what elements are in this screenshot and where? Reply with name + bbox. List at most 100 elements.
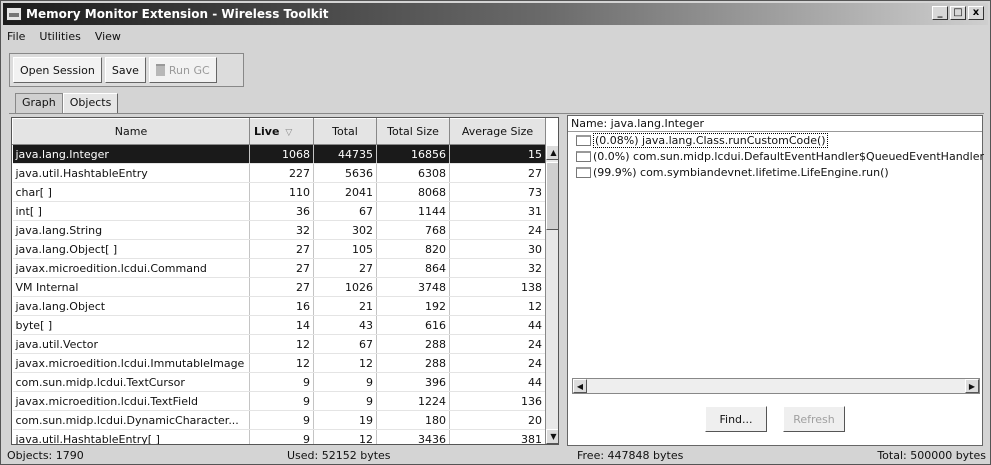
cell-total-size: 864 — [376, 258, 450, 278]
scroll-left-icon[interactable]: ◀ — [573, 379, 587, 393]
table-row[interactable]: javax.microedition.lcdui.ImmutableImage 1… — [12, 353, 546, 373]
menu-file[interactable]: File — [7, 30, 25, 43]
objects-table: Name Live ▽ Total Total Size Average Size… — [11, 117, 559, 445]
cell-live: 12 — [249, 353, 314, 373]
refresh-button[interactable]: Refresh — [783, 406, 845, 432]
cell-name: java.util.Vector — [12, 334, 250, 354]
table-row[interactable]: java.lang.Integer 1068 44735 16856 15 — [12, 144, 546, 164]
cell-average-size: 44 — [449, 315, 546, 335]
table-row[interactable]: char[ ] 110 2041 8068 73 — [12, 182, 546, 202]
run-gc-button[interactable]: Run GC — [148, 57, 217, 83]
table-row[interactable]: java.util.Vector 12 67 288 24 — [12, 334, 546, 354]
minimize-button[interactable]: _ — [932, 6, 948, 20]
column-header-live[interactable]: Live ▽ — [249, 118, 314, 145]
scroll-right-icon[interactable]: ▶ — [965, 379, 979, 393]
cell-total: 9 — [313, 372, 377, 392]
cell-live: 14 — [249, 315, 314, 335]
cell-average-size: 32 — [449, 258, 546, 278]
cell-name: int[ ] — [12, 201, 250, 221]
cell-average-size: 136 — [449, 391, 546, 411]
menu-utilities[interactable]: Utilities — [39, 30, 80, 43]
cell-name: javax.microedition.lcdui.TextField — [12, 391, 250, 411]
cell-live: 1068 — [249, 144, 314, 164]
cell-total-size: 3436 — [376, 429, 450, 444]
column-header-average-size[interactable]: Average Size — [449, 118, 546, 145]
title-bar[interactable]: Memory Monitor Extension - Wireless Tool… — [3, 3, 988, 25]
details-horizontal-scrollbar[interactable]: ◀ ▶ — [572, 378, 980, 394]
tab-strip: Graph Objects — [15, 93, 119, 114]
cell-total-size: 8068 — [376, 182, 450, 202]
cell-live: 227 — [249, 163, 314, 183]
scrollbar-thumb[interactable] — [546, 162, 558, 230]
cell-total: 19 — [313, 410, 377, 430]
close-button[interactable]: x — [968, 6, 984, 20]
find-button[interactable]: Find... — [705, 406, 767, 432]
scroll-down-icon[interactable]: ▼ — [546, 429, 558, 444]
save-button[interactable]: Save — [104, 57, 146, 83]
table-row[interactable]: javax.microedition.lcdui.TextField 9 9 1224… — [12, 391, 546, 411]
cell-live: 27 — [249, 239, 314, 259]
cell-total-size: 288 — [376, 353, 450, 373]
cell-live: 36 — [249, 201, 314, 221]
sort-arrow-icon: ▽ — [285, 128, 293, 138]
cell-total-size: 288 — [376, 334, 450, 354]
cell-live: 12 — [249, 334, 314, 354]
cell-total: 67 — [313, 201, 377, 221]
cell-name: char[ ] — [12, 182, 250, 202]
cell-total: 44735 — [313, 144, 377, 164]
table-row[interactable]: byte[ ] 14 43 616 44 — [12, 315, 546, 335]
tree-item[interactable]: (0.08%) java.lang.Class.runCustomCode() — [568, 132, 982, 148]
open-session-button[interactable]: Open Session — [13, 57, 102, 83]
cell-total: 2041 — [313, 182, 377, 202]
status-bar: Objects: 1790 Used: 52152 bytes Free: 44… — [1, 447, 990, 465]
document-icon — [576, 134, 591, 146]
cell-live: 9 — [249, 429, 314, 444]
table-row[interactable]: javax.microedition.lcdui.Command 27 27 864 3… — [12, 258, 546, 278]
cell-total: 5636 — [313, 163, 377, 183]
menu-view[interactable]: View — [95, 30, 121, 43]
table-row[interactable]: java.lang.Object 16 21 192 12 — [12, 296, 546, 316]
window-title: Memory Monitor Extension - Wireless Tool… — [26, 7, 329, 21]
app-icon — [6, 7, 22, 21]
column-header-live-label: Live — [254, 125, 280, 138]
cell-total-size: 3748 — [376, 277, 450, 297]
table-row[interactable]: java.util.HashtableEntry[ ] 9 12 3436 381 — [12, 429, 546, 444]
table-body: java.lang.Integer 1068 44735 16856 15 java.ut… — [12, 144, 546, 444]
column-header-total[interactable]: Total — [313, 118, 377, 145]
cell-average-size: 30 — [449, 239, 546, 259]
cell-live: 16 — [249, 296, 314, 316]
cell-total: 67 — [313, 334, 377, 354]
allocation-details-panel: Name: java.lang.Integer (0.08%) java.lan… — [567, 115, 984, 446]
tree-item-label: (99.9%) com.symbiandevnet.lifetime.LifeE… — [593, 165, 889, 179]
cell-total: 12 — [313, 353, 377, 373]
cell-average-size: 31 — [449, 201, 546, 221]
tab-objects[interactable]: Objects — [62, 93, 119, 114]
run-gc-label: Run GC — [168, 63, 210, 77]
call-tree: (0.08%) java.lang.Class.runCustomCode() … — [568, 132, 984, 180]
tab-graph[interactable]: Graph — [15, 93, 63, 114]
cell-total-size: 396 — [376, 372, 450, 392]
table-row[interactable]: com.sun.midp.lcdui.DynamicCharacter... 9 1… — [12, 410, 546, 430]
table-row[interactable]: com.sun.midp.lcdui.TextCursor 9 9 396 44 — [12, 372, 546, 392]
table-row[interactable]: VM Internal 27 1026 3748 138 — [12, 277, 546, 297]
cell-average-size: 24 — [449, 353, 546, 373]
table-row[interactable]: java.lang.Object[ ] 27 105 820 30 — [12, 239, 546, 259]
column-header-name[interactable]: Name — [12, 118, 250, 145]
cell-total: 27 — [313, 258, 377, 278]
table-row[interactable]: java.lang.String 32 302 768 24 — [12, 220, 546, 240]
table-row[interactable]: int[ ] 36 67 1144 31 — [12, 201, 546, 221]
cell-total-size: 192 — [376, 296, 450, 316]
menu-bar: File Utilities View — [7, 27, 121, 45]
details-buttons: Find... Refresh — [568, 406, 982, 432]
cell-name: java.lang.String — [12, 220, 250, 240]
tree-item[interactable]: (0.0%) com.sun.midp.lcdui.DefaultEventHa… — [568, 148, 984, 164]
scroll-up-icon[interactable]: ▲ — [546, 145, 558, 160]
column-header-total-size[interactable]: Total Size — [376, 118, 450, 145]
maximize-button[interactable]: □ — [950, 6, 966, 20]
cell-total-size: 1144 — [376, 201, 450, 221]
cell-total: 1026 — [313, 277, 377, 297]
table-vertical-scrollbar[interactable]: ▲ ▼ — [545, 145, 558, 444]
tree-item[interactable]: (99.9%) com.symbiandevnet.lifetime.LifeE… — [568, 164, 982, 180]
cell-average-size: 44 — [449, 372, 546, 392]
table-row[interactable]: java.util.HashtableEntry 227 5636 6308 27 — [12, 163, 546, 183]
